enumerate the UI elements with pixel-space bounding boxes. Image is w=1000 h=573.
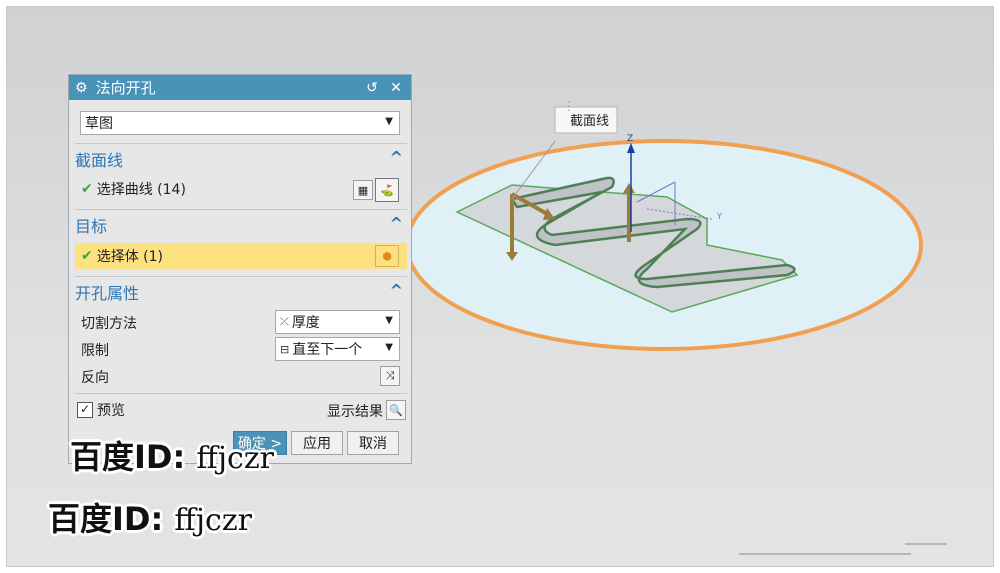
preview-label: 预览 [97, 403, 125, 419]
solid-body-icon[interactable]: ⬢ [375, 245, 399, 267]
reverse-row: 反向 [75, 365, 407, 389]
select-body-label: 选择体 (1) [96, 249, 164, 265]
until-next-icon: ⊟ [280, 342, 290, 356]
target-title: 目标 [75, 217, 108, 236]
collapse-icon[interactable]: ^ [390, 148, 403, 167]
cut-method-value: 厚度 [291, 315, 320, 331]
axis-z-label: Z [627, 134, 633, 144]
watermark-2-prefix: 百度ID: [48, 500, 164, 538]
reverse-direction-icon[interactable]: ⤨ [380, 366, 400, 386]
watermark-1: 百度ID: ffjczr [70, 432, 274, 478]
cancel-button[interactable]: 取消 [347, 431, 399, 455]
limit-value: 直至下一个 [292, 342, 363, 358]
reverse-label: 反向 [81, 370, 109, 386]
limit-select[interactable]: ⊟ 直至下一个 ▼ [275, 337, 400, 361]
hole-properties-header[interactable]: 开孔属性 ^ [75, 279, 407, 305]
axis-y-label: Y [716, 212, 722, 221]
dialog-title: 法向开孔 [95, 79, 156, 97]
chevron-down-icon: ▼ [385, 116, 393, 127]
hole-properties-title: 开孔属性 [75, 284, 140, 303]
close-icon[interactable]: ✕ [387, 80, 405, 96]
gear-icon: ⚙ [75, 79, 88, 96]
check-icon: ✔ [81, 181, 93, 197]
cut-method-label: 切割方法 [81, 316, 137, 332]
watermark-1-prefix: 百度ID: [70, 438, 186, 476]
callout-label: 截面线 [570, 114, 609, 129]
normal-cutout-dialog[interactable]: ⚙ 法向开孔 ↺ ✕ 草图 ▼ 截面线 ^ ✔ 选择曲线 (14) ▦ ⛳ 目标… [68, 74, 412, 464]
section-curve-header[interactable]: 截面线 ^ [75, 146, 407, 172]
svg-text:⋮: ⋮ [563, 99, 575, 113]
sketch-section-icon[interactable]: ▦ [353, 180, 373, 200]
watermark-1-id: ffjczr [196, 441, 274, 476]
check-icon: ✔ [81, 248, 93, 264]
watermark-2: 百度ID: ffjczr [48, 494, 252, 540]
chevron-down-icon: ▼ [385, 315, 393, 326]
divider [75, 143, 407, 144]
divider [75, 393, 407, 394]
type-select-value: 草图 [85, 116, 113, 132]
cut-method-select[interactable]: ⤫ 厚度 ▼ [275, 310, 400, 334]
select-curve-label: 选择曲线 (14) [96, 182, 186, 198]
limit-label: 限制 [81, 343, 109, 359]
select-body-row[interactable]: ✔ 选择体 (1) [75, 243, 407, 269]
preview-checkbox[interactable]: ✓ [77, 402, 93, 418]
type-select[interactable]: 草图 ▼ [80, 111, 400, 135]
section-curve-title: 截面线 [75, 151, 124, 170]
dialog-titlebar[interactable]: ⚙ 法向开孔 ↺ ✕ [69, 75, 411, 100]
divider [75, 209, 407, 210]
collapse-icon[interactable]: ^ [390, 281, 403, 300]
thickness-icon: ⤫ [280, 315, 289, 328]
chevron-down-icon: ▼ [385, 342, 393, 353]
target-header[interactable]: 目标 ^ [75, 212, 407, 238]
collapse-icon[interactable]: ^ [390, 214, 403, 233]
show-result-label: 显示结果 [327, 404, 383, 420]
magnifier-icon[interactable]: 🔍 [386, 400, 406, 420]
watermark-2-id: ffjczr [174, 503, 252, 538]
curve-select-icon[interactable]: ⛳ [375, 178, 399, 202]
divider [75, 276, 407, 277]
apply-button[interactable]: 应用 [291, 431, 343, 455]
reset-icon[interactable]: ↺ [363, 80, 381, 96]
